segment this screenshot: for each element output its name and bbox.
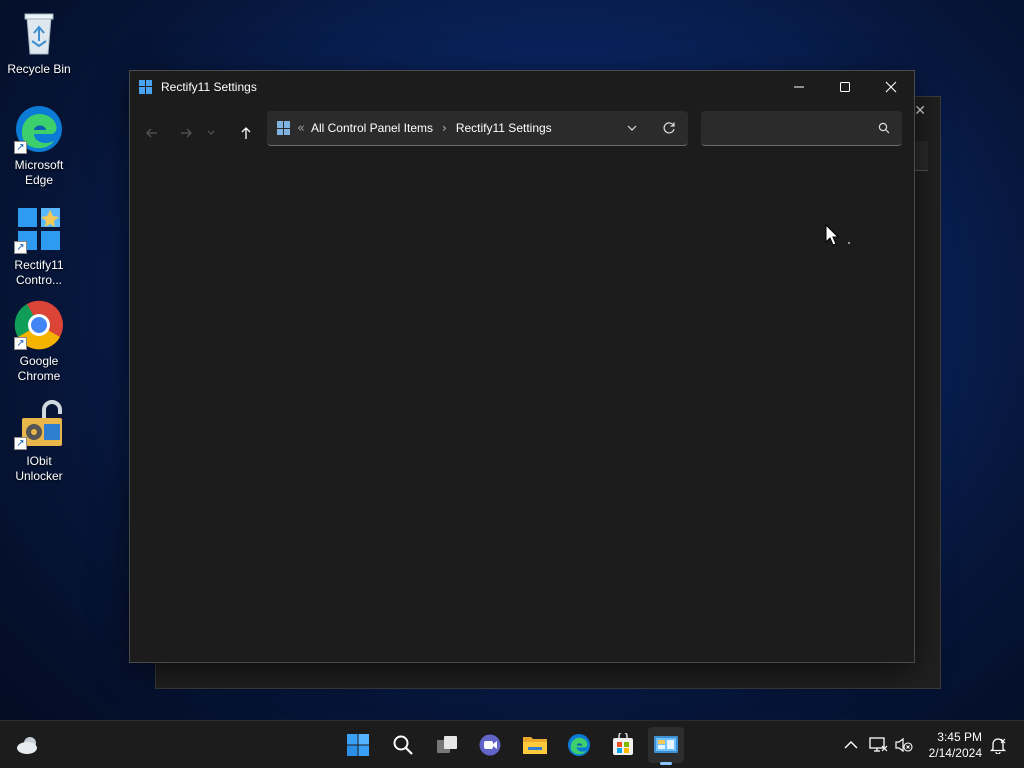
chevron-down-icon bbox=[627, 125, 637, 131]
search-input[interactable] bbox=[709, 117, 869, 139]
content-area[interactable] bbox=[130, 156, 914, 662]
minimize-icon bbox=[794, 86, 804, 87]
desktop-icon-label: Rectify11 Contro... bbox=[14, 258, 64, 287]
refresh-button[interactable] bbox=[662, 121, 676, 138]
taskbar: 3:45 PM 2/14/2024 bbox=[0, 720, 1024, 768]
teams-chat-icon[interactable] bbox=[472, 727, 508, 763]
chrome-icon: ↗ bbox=[14, 300, 64, 350]
recent-locations-button[interactable] bbox=[202, 119, 220, 147]
desktop-icon-label: Microsoft Edge bbox=[14, 158, 64, 187]
close-icon[interactable]: ✕ bbox=[914, 103, 926, 119]
chevron-up-icon[interactable] bbox=[841, 735, 861, 755]
edge-icon[interactable] bbox=[561, 727, 597, 763]
breadcrumb-all-control-panel-items[interactable]: All Control Panel Items bbox=[311, 121, 433, 135]
back-button[interactable] bbox=[138, 119, 166, 147]
desktop-icon-edge[interactable]: ↗ Microsoft Edge bbox=[4, 104, 74, 188]
breadcrumb-separator[interactable]: › bbox=[442, 121, 447, 135]
weather-icon[interactable] bbox=[10, 727, 46, 763]
maximize-icon bbox=[840, 81, 850, 92]
breadcrumb-rectify11-settings[interactable]: Rectify11 Settings bbox=[456, 121, 552, 135]
address-history-button[interactable] bbox=[626, 122, 638, 137]
control-panel-icon[interactable] bbox=[648, 727, 684, 765]
desktop-icon-label: IObit Unlocker bbox=[15, 454, 63, 483]
edge-icon: ↗ bbox=[14, 104, 64, 154]
notifications-icon[interactable] bbox=[988, 735, 1008, 755]
shortcut-arrow-icon: ↗ bbox=[14, 141, 27, 154]
arrow-left-icon bbox=[146, 128, 157, 138]
desktop-icon-iobit-unlocker[interactable]: ↗ IObit Unlocker bbox=[4, 400, 74, 484]
task-view-icon[interactable] bbox=[429, 727, 465, 763]
recycle-bin-icon bbox=[14, 8, 64, 58]
search-icon[interactable] bbox=[878, 122, 890, 137]
minimize-button[interactable] bbox=[776, 71, 822, 102]
explorer-window: Rectify11 Settings « All Control Panel I… bbox=[129, 70, 915, 663]
chevron-down-icon bbox=[207, 130, 215, 135]
maximize-button[interactable] bbox=[822, 71, 868, 102]
start-icon[interactable] bbox=[340, 727, 376, 763]
control-panel-icon bbox=[277, 121, 291, 135]
desktop-icon-recycle-bin[interactable]: Recycle Bin bbox=[4, 8, 74, 77]
clock[interactable]: 3:45 PM 2/14/2024 bbox=[929, 729, 982, 761]
title-bar[interactable]: Rectify11 Settings bbox=[130, 71, 914, 102]
desktop-icon-chrome[interactable]: ↗ Google Chrome bbox=[4, 300, 74, 384]
desktop-icon-control-panel[interactable]: ↗ Rectify11 Contro... bbox=[4, 204, 74, 288]
file-explorer-icon[interactable] bbox=[517, 727, 553, 763]
clock-date: 2/14/2024 bbox=[928, 746, 982, 760]
shortcut-arrow-icon: ↗ bbox=[14, 241, 27, 254]
control-panel-icon: ↗ bbox=[14, 204, 64, 254]
desktop-icon-label: Google Chrome bbox=[17, 354, 61, 383]
control-panel-icon bbox=[139, 79, 153, 94]
close-icon bbox=[885, 81, 897, 92]
desktop-icon-label: Recycle Bin bbox=[7, 62, 71, 76]
window-title: Rectify11 Settings bbox=[161, 79, 257, 94]
breadcrumb-overflow[interactable]: « bbox=[297, 121, 305, 136]
search-box[interactable] bbox=[701, 111, 902, 146]
close-button[interactable] bbox=[868, 71, 914, 102]
network-icon[interactable] bbox=[868, 735, 888, 755]
volume-muted-icon[interactable] bbox=[894, 735, 914, 755]
shortcut-arrow-icon: ↗ bbox=[14, 337, 27, 350]
shortcut-arrow-icon: ↗ bbox=[14, 437, 27, 450]
microsoft-store-icon[interactable] bbox=[605, 727, 641, 763]
arrow-up-icon bbox=[241, 127, 251, 139]
forward-button[interactable] bbox=[172, 119, 200, 147]
iobit-unlocker-icon: ↗ bbox=[14, 400, 64, 450]
arrow-right-icon bbox=[181, 128, 192, 138]
mouse-cursor-icon bbox=[825, 223, 853, 253]
search-icon[interactable] bbox=[385, 727, 421, 763]
refresh-icon bbox=[663, 122, 675, 134]
active-app-indicator bbox=[660, 762, 672, 765]
clock-time: 3:45 PM bbox=[937, 730, 982, 744]
up-button[interactable] bbox=[232, 119, 260, 147]
address-bar[interactable]: « All Control Panel Items › Rectify11 Se… bbox=[267, 111, 688, 146]
